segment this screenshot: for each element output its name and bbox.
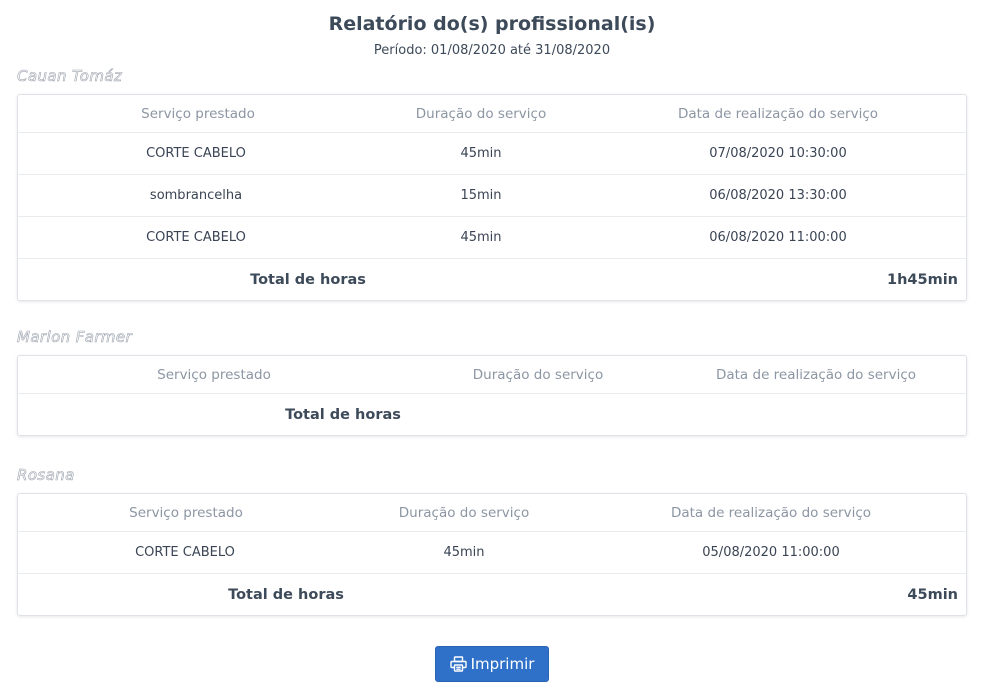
table-header-row: Serviço prestado Duração do serviço Data…: [18, 356, 966, 394]
professional-name: Rosana: [17, 466, 75, 485]
page-title: Relatório do(s) profissional(is): [328, 13, 656, 35]
professional-name: Marlon Farmer: [17, 328, 133, 347]
table-row: CORTE CABELO 45min 05/08/2020 11:00:00: [18, 532, 966, 574]
professional-table: Serviço prestado Duração do serviço Data…: [17, 355, 967, 436]
duration-cell: 45min: [460, 146, 502, 161]
column-header-date: Data de realização do serviço: [670, 504, 872, 521]
print-button[interactable]: Imprimir: [435, 646, 549, 682]
total-value: 1h45min: [887, 271, 958, 288]
table-total-row: Total de horas 45min: [18, 574, 966, 615]
duration-cell: 15min: [460, 188, 502, 203]
column-header-duration: Duração do serviço: [472, 366, 604, 383]
column-header-service: Serviço prestado: [141, 105, 255, 122]
professional-table: Serviço prestado Duração do serviço Data…: [17, 94, 967, 301]
print-button-label: Imprimir: [470, 655, 535, 673]
column-header-date: Data de realização do serviço: [715, 366, 917, 383]
total-value: 45min: [907, 586, 958, 603]
report-period: Período: 01/08/2020 até 31/08/2020: [373, 43, 611, 58]
table-total-row: Total de horas 1h45min: [18, 259, 966, 300]
report-page: Relatório do(s) profissional(is) Período…: [0, 0, 984, 697]
column-header-duration: Duração do serviço: [398, 504, 530, 521]
service-cell: CORTE CABELO: [146, 230, 246, 245]
total-value: [758, 394, 958, 435]
date-cell: 06/08/2020 13:30:00: [709, 188, 847, 203]
total-label: Total de horas: [250, 271, 366, 288]
total-label: Total de horas: [285, 406, 401, 423]
service-cell: sombrancelha: [149, 188, 243, 203]
date-cell: 06/08/2020 11:00:00: [709, 230, 847, 245]
printer-icon: [449, 656, 467, 672]
table-header-row: Serviço prestado Duração do serviço Data…: [18, 95, 966, 133]
date-cell: 07/08/2020 10:30:00: [709, 146, 847, 161]
table-header-row: Serviço prestado Duração do serviço Data…: [18, 494, 966, 532]
table-total-row: Total de horas: [18, 394, 966, 435]
service-cell: CORTE CABELO: [135, 545, 235, 560]
duration-cell: 45min: [460, 230, 502, 245]
service-cell: CORTE CABELO: [146, 146, 246, 161]
column-header-date: Data de realização do serviço: [677, 105, 879, 122]
date-cell: 05/08/2020 11:00:00: [702, 545, 840, 560]
total-label: Total de horas: [228, 586, 344, 603]
table-row: sombrancelha 15min 06/08/2020 13:30:00: [18, 175, 966, 217]
professional-table: Serviço prestado Duração do serviço Data…: [17, 493, 967, 616]
column-header-service: Serviço prestado: [157, 366, 271, 383]
column-header-service: Serviço prestado: [129, 504, 243, 521]
table-row: CORTE CABELO 45min 07/08/2020 10:30:00: [18, 133, 966, 175]
duration-cell: 45min: [443, 545, 485, 560]
column-header-duration: Duração do serviço: [415, 105, 547, 122]
table-row: CORTE CABELO 45min 06/08/2020 11:00:00: [18, 217, 966, 259]
professional-name: Cauan Tomáz: [17, 67, 123, 86]
